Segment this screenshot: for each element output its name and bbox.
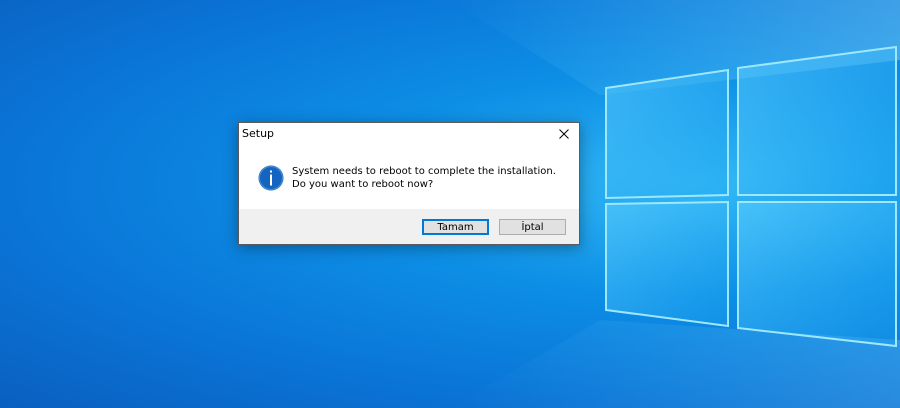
close-icon	[559, 129, 569, 139]
dialog-titlebar[interactable]: Setup	[239, 123, 579, 145]
cancel-button[interactable]: İptal	[499, 219, 566, 235]
close-button[interactable]	[549, 123, 579, 145]
dialog-button-bar: Tamam İptal	[239, 209, 579, 244]
dialog-title: Setup	[242, 127, 275, 140]
ok-button[interactable]: Tamam	[422, 219, 489, 235]
dialog-message: System needs to reboot to complete the i…	[292, 166, 556, 190]
setup-dialog: Setup System needs to reboot to complete…	[238, 122, 580, 245]
info-icon	[258, 165, 284, 191]
dialog-content: System needs to reboot to complete the i…	[239, 145, 579, 210]
